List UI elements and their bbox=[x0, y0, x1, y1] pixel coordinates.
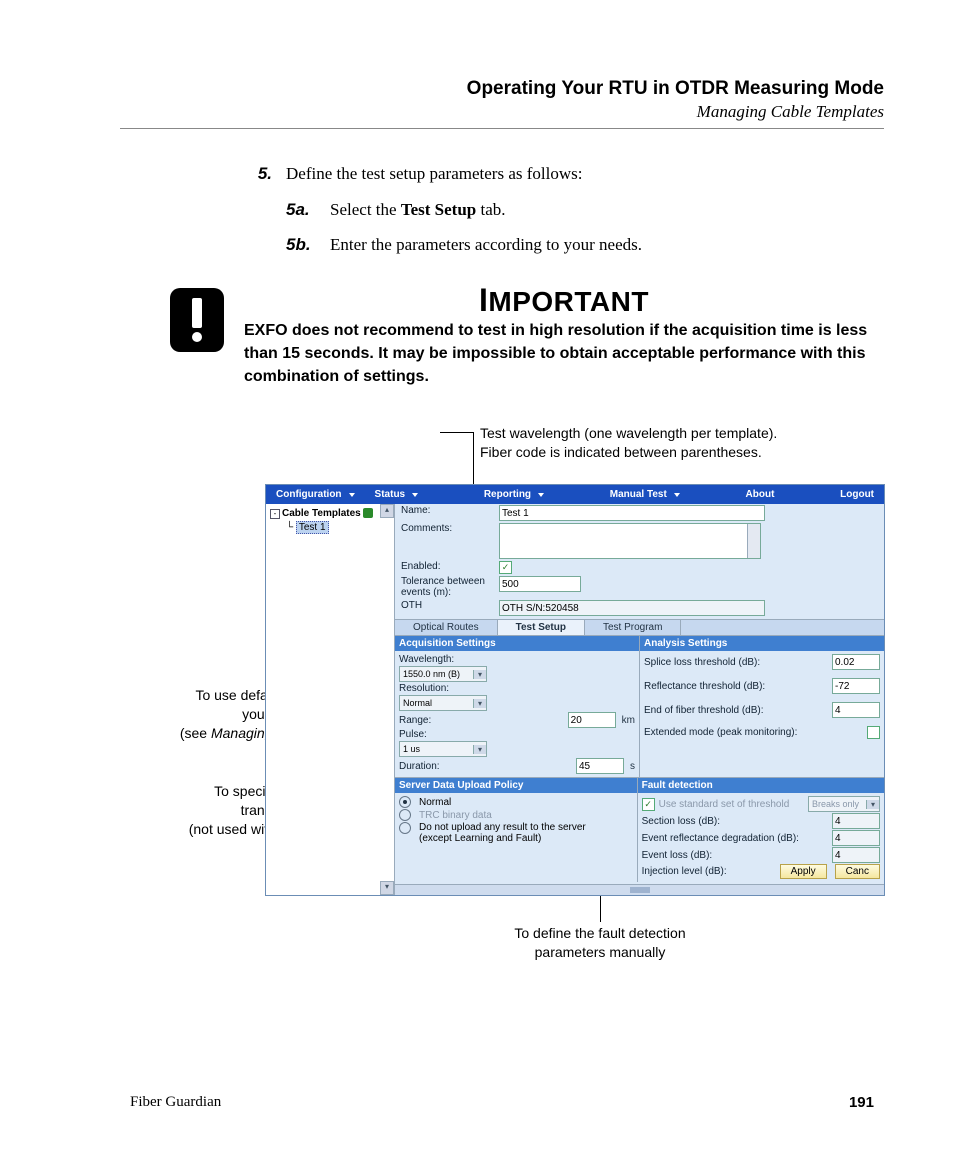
menu-configuration[interactable]: Configuration bbox=[266, 489, 365, 500]
important-body: EXFO does not recommend to test in high … bbox=[244, 319, 884, 389]
important-title: IMPORTANT bbox=[244, 282, 884, 319]
step-5b-text: Enter the parameters according to your n… bbox=[330, 232, 642, 258]
label-wavelength: Wavelength: bbox=[399, 654, 529, 665]
input-duration[interactable] bbox=[576, 758, 624, 774]
checkbox-extended-mode[interactable] bbox=[867, 726, 880, 739]
section-acquisition: Acquisition Settings bbox=[395, 636, 639, 651]
menu-logout[interactable]: Logout bbox=[830, 489, 884, 500]
unit-km: km bbox=[622, 715, 635, 726]
important-icon bbox=[170, 288, 224, 352]
menu-manual-test[interactable]: Manual Test bbox=[600, 489, 690, 500]
label-extended-mode: Extended mode (peak monitoring): bbox=[644, 727, 814, 738]
select-wavelength[interactable]: 1550.0 nm (B)▾ bbox=[399, 666, 487, 682]
label-oth: OTH bbox=[401, 600, 493, 611]
checkbox-enabled[interactable] bbox=[499, 561, 512, 574]
label-use-standard: Use standard set of threshold bbox=[659, 799, 790, 810]
label-resolution: Resolution: bbox=[399, 683, 529, 694]
tree-root-cable-templates[interactable]: -Cable Templates bbox=[270, 508, 390, 519]
tab-test-setup[interactable]: Test Setup bbox=[498, 620, 585, 635]
radio-upload-none[interactable] bbox=[399, 822, 411, 834]
label-eof-threshold: End of fiber threshold (dB): bbox=[644, 705, 774, 716]
sidebar-tree: ▴ -Cable Templates └ Test 1 ▾ bbox=[266, 504, 395, 895]
menu-reporting[interactable]: Reporting bbox=[474, 489, 554, 500]
label-name: Name: bbox=[401, 505, 493, 516]
label-reflectance: Reflectance threshold (dB): bbox=[644, 681, 774, 692]
label-range: Range: bbox=[399, 715, 529, 726]
checkbox-use-standard[interactable] bbox=[642, 798, 655, 811]
apply-button[interactable]: Apply bbox=[780, 864, 827, 879]
step-5-number: 5. bbox=[250, 161, 272, 187]
section-fault-detection: Fault detection bbox=[638, 778, 884, 793]
input-section-loss bbox=[832, 813, 880, 829]
label-section-loss: Section loss (dB): bbox=[642, 816, 772, 827]
section-analysis: Analysis Settings bbox=[640, 636, 884, 651]
input-event-loss bbox=[832, 847, 880, 863]
tree-status-icon bbox=[363, 508, 373, 518]
tab-test-program[interactable]: Test Program bbox=[585, 620, 681, 635]
annotation-fault: To define the fault detection parameters… bbox=[480, 924, 720, 962]
input-range[interactable] bbox=[568, 712, 616, 728]
input-comments[interactable] bbox=[499, 523, 761, 559]
label-pulse: Pulse: bbox=[399, 729, 529, 740]
label-upload-trc: TRC binary data bbox=[419, 810, 492, 821]
section-upload-policy: Server Data Upload Policy bbox=[395, 778, 637, 793]
radio-upload-normal[interactable] bbox=[399, 796, 411, 808]
step-5a-text: Select the Test Setup tab. bbox=[330, 197, 506, 223]
unit-s: s bbox=[630, 761, 635, 772]
label-enabled: Enabled: bbox=[401, 561, 493, 572]
label-event-loss: Event loss (dB): bbox=[642, 850, 772, 861]
footer-product: Fiber Guardian bbox=[130, 1094, 221, 1111]
radio-upload-trc[interactable] bbox=[399, 809, 411, 821]
tree-item-test1[interactable]: └ Test 1 bbox=[286, 522, 390, 533]
input-splice-loss[interactable] bbox=[832, 654, 880, 670]
menu-bar: Configuration Status Reporting Manual Te… bbox=[266, 485, 884, 504]
bottom-scrollbar[interactable] bbox=[395, 884, 884, 895]
step-5-text: Define the test setup parameters as foll… bbox=[286, 161, 582, 187]
page-subheading: Managing Cable Templates bbox=[120, 102, 884, 122]
input-event-refl-deg bbox=[832, 830, 880, 846]
select-pulse[interactable]: 1 us▾ bbox=[399, 741, 487, 757]
scroll-up-icon[interactable]: ▴ bbox=[380, 504, 394, 518]
header-divider bbox=[120, 128, 884, 129]
scroll-down-icon[interactable]: ▾ bbox=[380, 881, 394, 895]
label-duration: Duration: bbox=[399, 761, 529, 772]
menu-status[interactable]: Status bbox=[365, 489, 429, 500]
step-5b-number: 5b. bbox=[286, 232, 316, 258]
label-upload-normal: Normal bbox=[419, 797, 451, 808]
cancel-button[interactable]: Canc bbox=[835, 864, 880, 879]
input-reflectance[interactable] bbox=[832, 678, 880, 694]
menu-about[interactable]: About bbox=[736, 489, 785, 500]
footer-page-number: 191 bbox=[849, 1094, 874, 1111]
app-screenshot: Configuration Status Reporting Manual Te… bbox=[265, 484, 885, 896]
input-tolerance[interactable] bbox=[499, 576, 581, 592]
input-name[interactable] bbox=[499, 505, 765, 521]
select-threshold-set[interactable]: Breaks only▾ bbox=[808, 796, 880, 812]
label-comments: Comments: bbox=[401, 523, 493, 534]
tab-optical-routes[interactable]: Optical Routes bbox=[395, 620, 498, 635]
label-injection-level: Injection level (dB): bbox=[642, 866, 772, 877]
label-event-refl-deg: Event reflectance degradation (dB): bbox=[642, 833, 812, 844]
annotation-wavelength: Test wavelength (one wavelength per temp… bbox=[480, 424, 777, 462]
step-5a-number: 5a. bbox=[286, 197, 316, 223]
select-oth[interactable] bbox=[499, 600, 765, 616]
input-eof-threshold[interactable] bbox=[832, 702, 880, 718]
select-resolution[interactable]: Normal▾ bbox=[399, 695, 487, 711]
label-upload-none: Do not upload any result to the server (… bbox=[419, 822, 619, 844]
label-splice-loss: Splice loss threshold (dB): bbox=[644, 657, 774, 668]
label-tolerance: Tolerance between events (m): bbox=[401, 576, 493, 598]
page-heading: Operating Your RTU in OTDR Measuring Mod… bbox=[120, 78, 884, 100]
